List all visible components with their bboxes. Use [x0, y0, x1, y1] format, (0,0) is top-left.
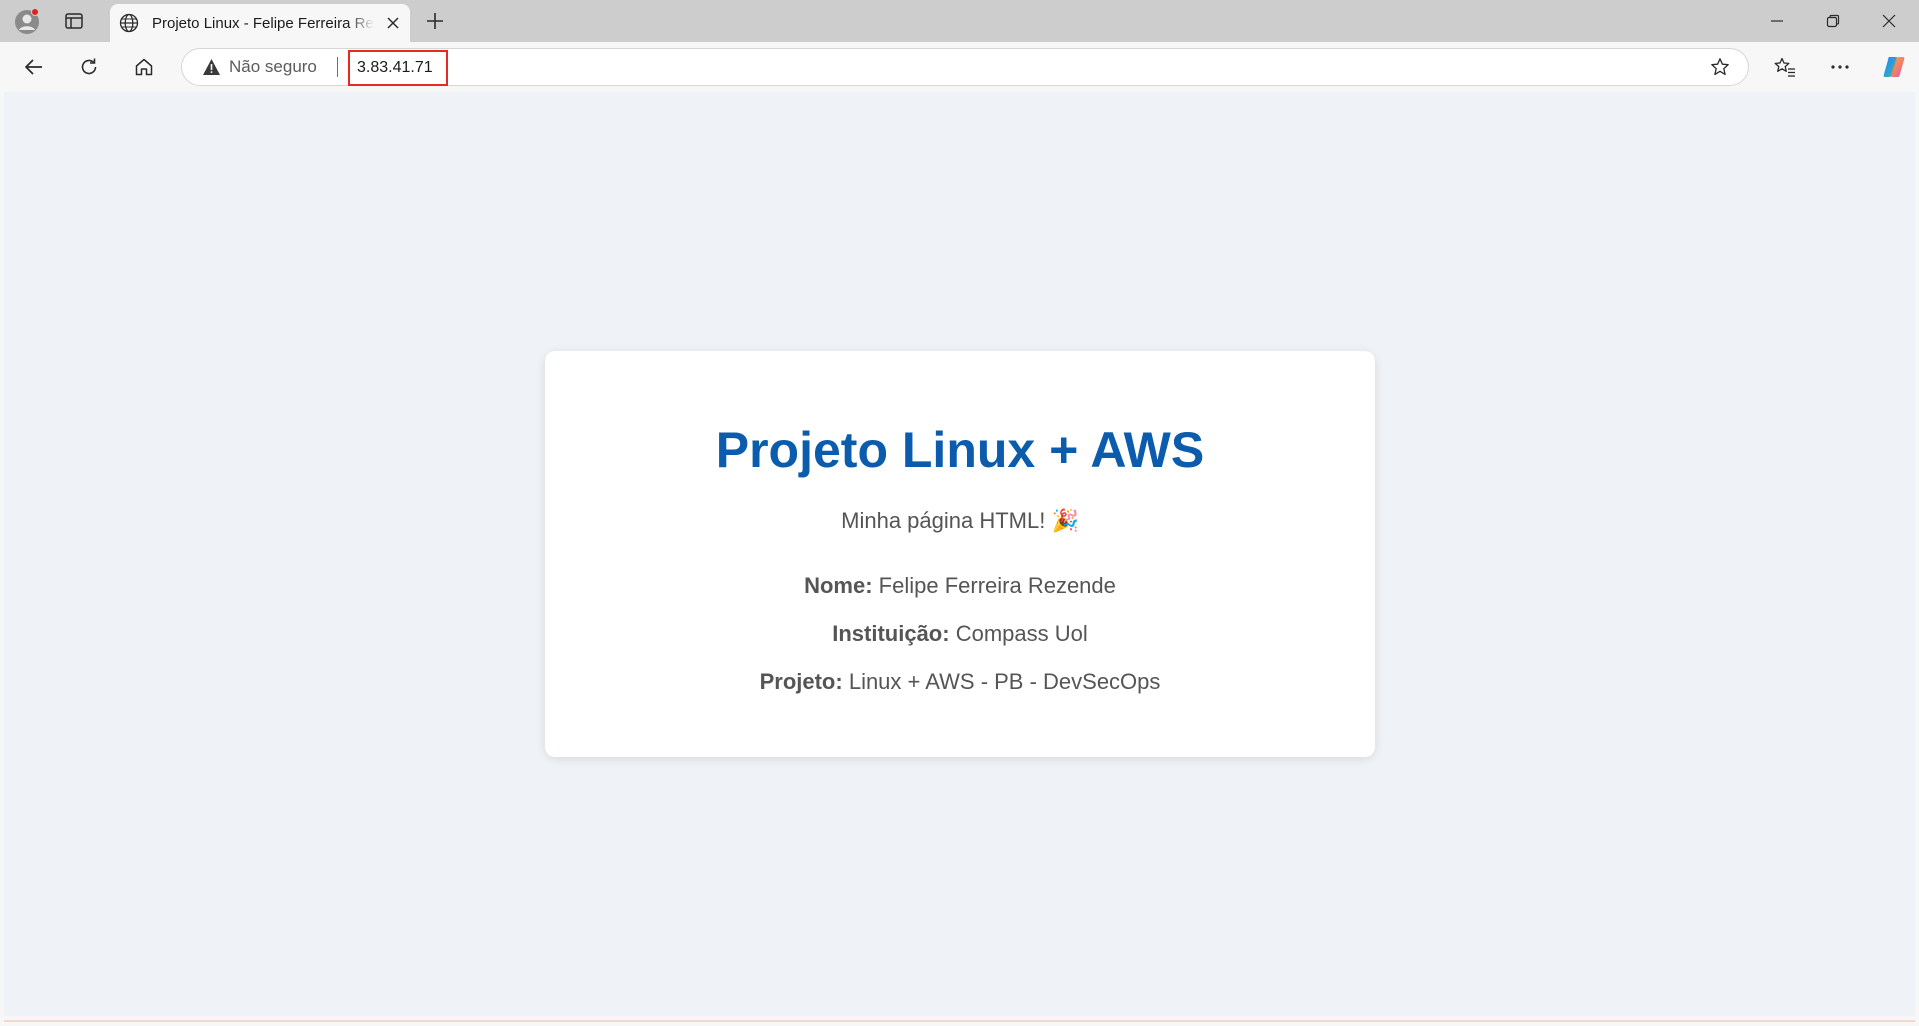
separator [337, 57, 338, 77]
star-icon [1711, 58, 1729, 76]
info-label: Instituição: [832, 621, 950, 646]
address-bar[interactable]: Não seguro 3.83.41.71 [181, 48, 1749, 86]
refresh-button[interactable] [72, 51, 106, 83]
home-icon [135, 58, 153, 76]
minimize-icon [1771, 20, 1783, 22]
home-button[interactable] [127, 51, 161, 83]
info-row-name: Nome: Felipe Ferreira Rezende [545, 573, 1375, 599]
restore-icon [1826, 14, 1840, 28]
tab-strip: Projeto Linux - Felipe Ferreira Rezende [0, 0, 1919, 42]
back-arrow-icon [25, 59, 42, 75]
tab-actions-icon[interactable] [60, 8, 88, 34]
favorites-button[interactable] [1768, 51, 1802, 83]
refresh-icon [81, 58, 97, 75]
page-subtitle: Minha página HTML! 🎉 [841, 508, 1079, 533]
minimize-button[interactable] [1749, 0, 1805, 42]
warning-icon [203, 59, 220, 75]
info-row-institution: Instituição: Compass Uol [545, 621, 1375, 647]
add-favorite-button[interactable] [1706, 54, 1734, 80]
page-title: Projeto Linux + AWS [715, 422, 1205, 478]
new-tab-button[interactable] [420, 8, 450, 34]
back-button[interactable] [17, 51, 51, 83]
close-icon[interactable] [382, 12, 404, 34]
security-indicator[interactable]: Não seguro [202, 49, 317, 85]
info-value: Felipe Ferreira Rezende [878, 573, 1116, 598]
copilot-icon [1883, 57, 1905, 77]
close-window-button[interactable] [1861, 0, 1917, 42]
page-viewport: Projeto Linux + AWS Minha página HTML! 🎉… [4, 92, 1915, 1016]
toolbar: Não seguro 3.83.41.71 [0, 42, 1919, 92]
more-icon [1831, 65, 1849, 69]
globe-icon [118, 12, 140, 34]
content-card: Projeto Linux + AWS Minha página HTML! 🎉… [545, 351, 1375, 757]
plus-icon [427, 13, 443, 29]
close-icon [1882, 14, 1896, 28]
security-label: Não seguro [229, 57, 317, 76]
browser-window: Projeto Linux - Felipe Ferreira Rezende [0, 0, 1919, 1026]
info-value: Linux + AWS - PB - DevSecOps [848, 669, 1161, 694]
tab-title: Projeto Linux - Felipe Ferreira Rezende [152, 14, 374, 32]
more-button[interactable] [1823, 51, 1857, 83]
window-bottom-edge [0, 1016, 1919, 1026]
info-label: Projeto: [759, 669, 843, 694]
info-label: Nome: [804, 573, 873, 598]
url-text: 3.83.41.71 [357, 59, 433, 76]
profile-icon[interactable] [12, 7, 42, 37]
restore-button[interactable] [1805, 0, 1861, 42]
url-field[interactable]: 3.83.41.71 [348, 50, 448, 86]
info-value: Compass Uol [955, 621, 1088, 646]
copilot-button[interactable] [1877, 51, 1911, 83]
favorites-icon [1774, 57, 1795, 77]
notification-dot [31, 8, 39, 16]
info-row-project: Projeto: Linux + AWS - PB - DevSecOps [545, 669, 1375, 695]
active-tab[interactable]: Projeto Linux - Felipe Ferreira Rezende [110, 4, 410, 42]
